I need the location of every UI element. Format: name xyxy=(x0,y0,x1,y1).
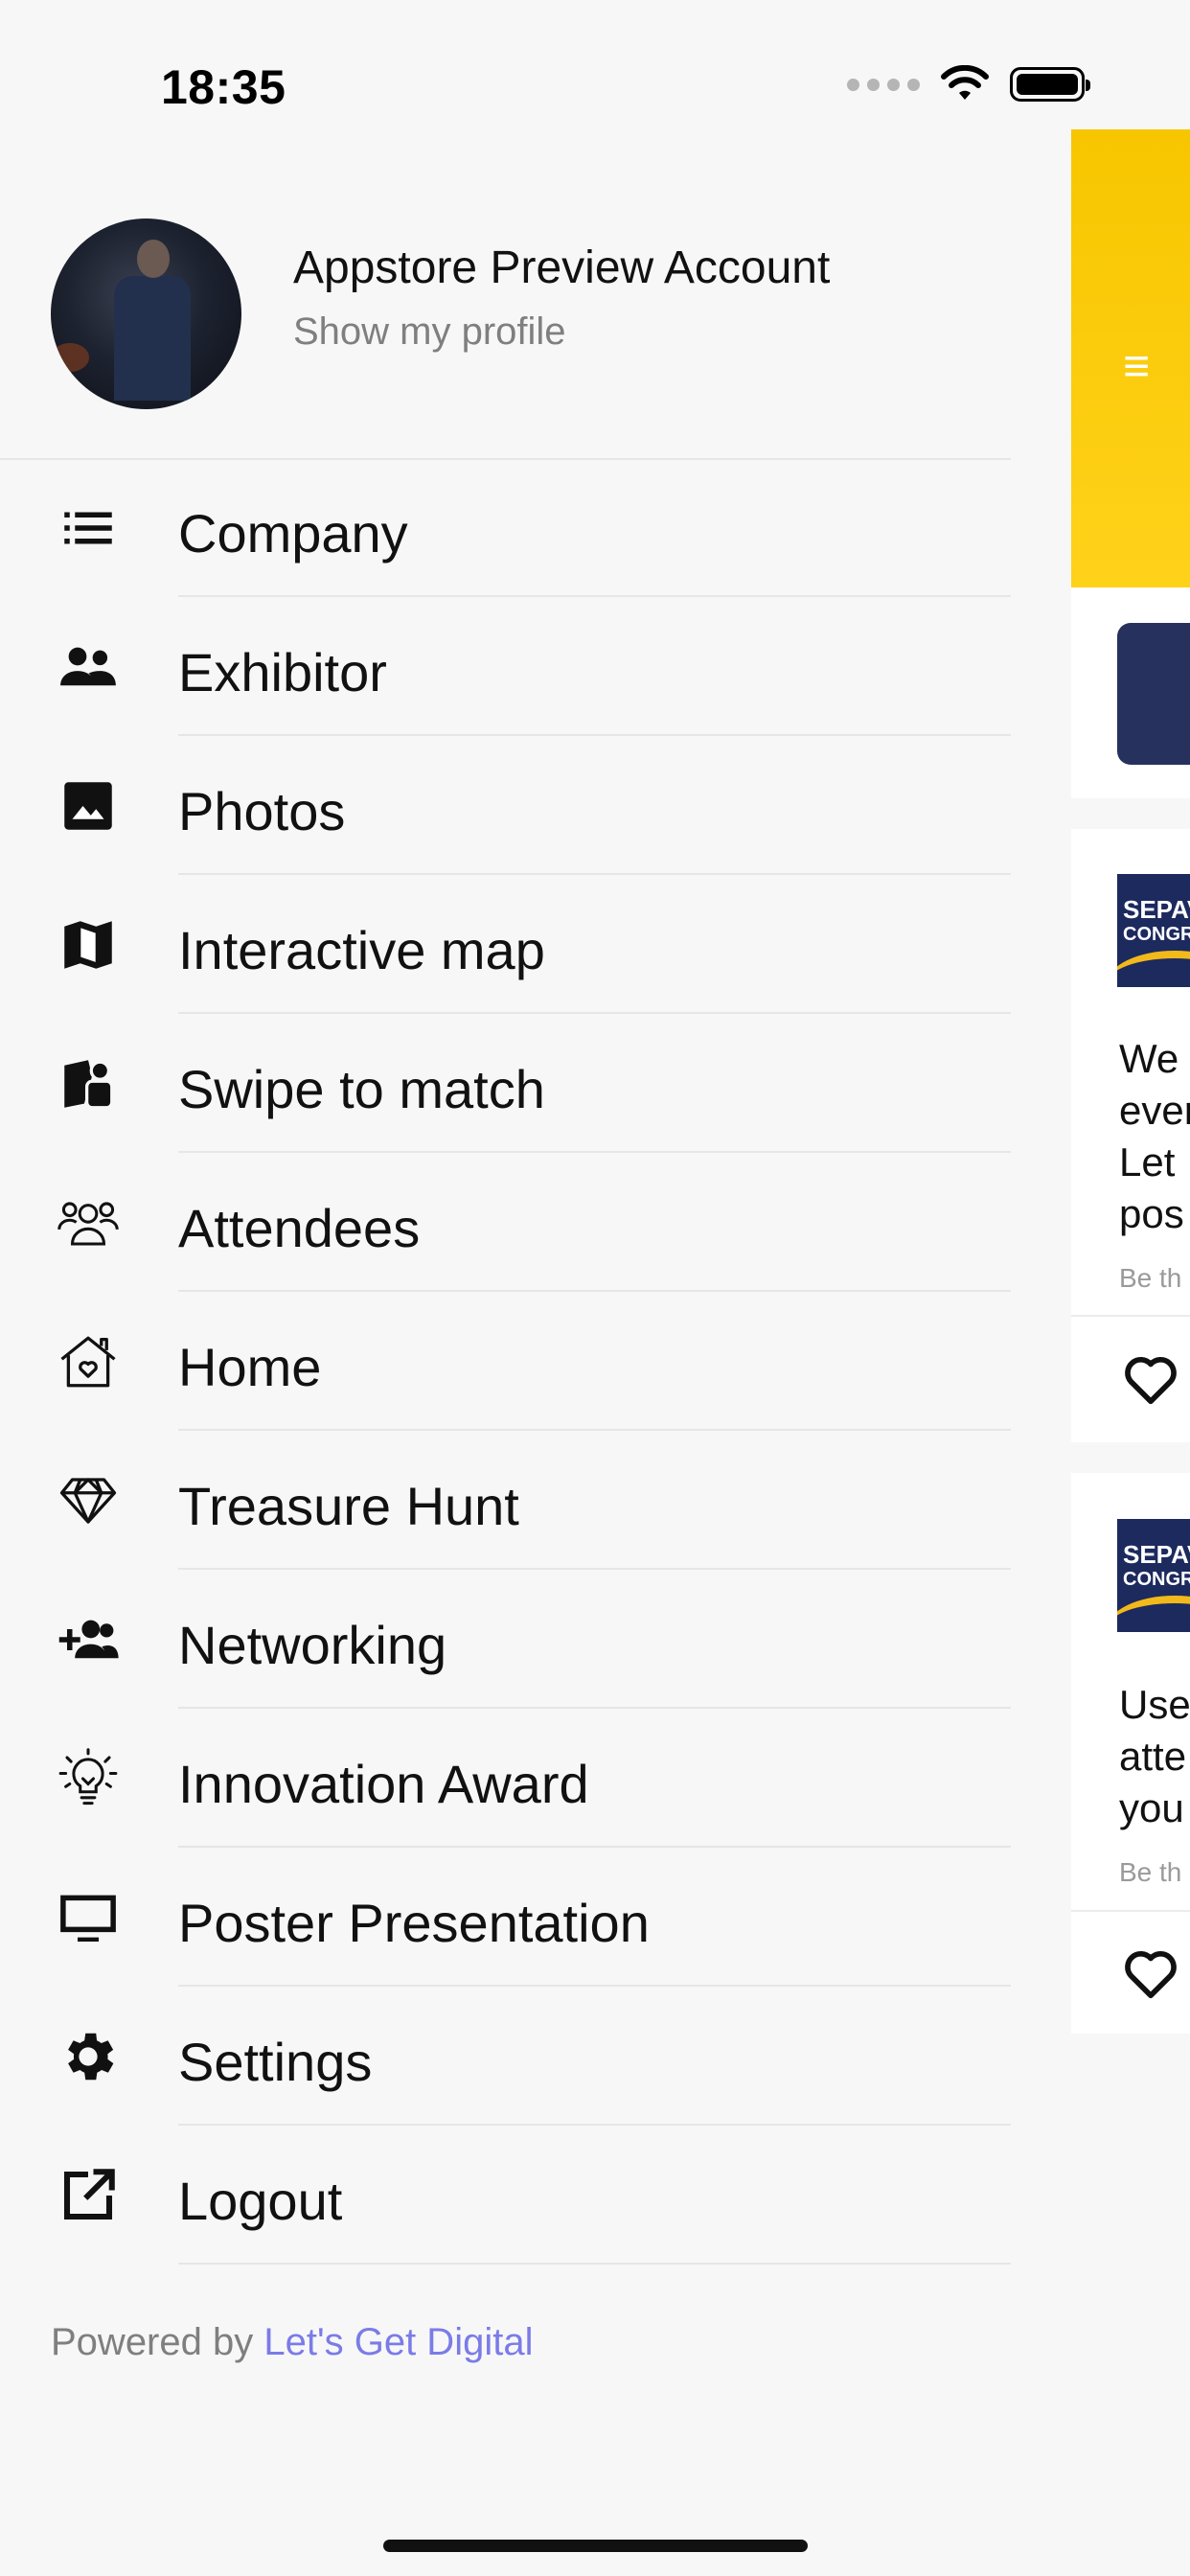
background-header: ≡ W xyxy=(1071,129,1190,685)
attendees-icon xyxy=(50,1193,126,1253)
people-icon xyxy=(50,637,126,697)
person-add-icon xyxy=(50,1610,126,1669)
menu-item-label: Poster Presentation xyxy=(178,1893,650,1953)
powered-by-footer: Powered by Let's Get Digital xyxy=(51,2321,533,2364)
menu-item-interactive-map[interactable]: Interactive map xyxy=(0,875,1011,1014)
list-icon xyxy=(50,498,126,558)
menu-item-label: Logout xyxy=(178,2171,343,2231)
post-1-meta: Be th xyxy=(1119,1263,1182,1293)
post-2-text-line: atte xyxy=(1119,1734,1187,1779)
post-1-text-line: ever xyxy=(1119,1088,1190,1133)
monitor-icon xyxy=(50,1888,126,1947)
menu-item-attendees[interactable]: Attendees xyxy=(0,1153,1011,1292)
post-2-text-line: Use xyxy=(1119,1682,1190,1727)
heart-icon[interactable] xyxy=(1121,1349,1180,1409)
post-2-divider xyxy=(1071,1910,1190,1912)
menu-item-home[interactable]: Home xyxy=(0,1292,1011,1431)
diamond-icon xyxy=(50,1471,126,1530)
post-1-divider xyxy=(1071,1315,1190,1317)
menu-item-treasure-hunt[interactable]: Treasure Hunt xyxy=(0,1431,1011,1570)
menu-item-photos[interactable]: Photos xyxy=(0,736,1011,875)
menu-item-label: Treasure Hunt xyxy=(178,1476,519,1536)
home-indicator[interactable] xyxy=(383,2540,808,2552)
menu-item-innovation-award[interactable]: Innovation Award xyxy=(0,1709,1011,1848)
menu-item-label: Exhibitor xyxy=(178,642,387,702)
powered-by-prefix: Powered by xyxy=(51,2321,254,2363)
post-2-text-line: you xyxy=(1119,1785,1184,1830)
menu-item-label: Networking xyxy=(178,1615,447,1675)
drawer-menu: Company Exhibitor Photos Interactive map xyxy=(0,458,1011,2265)
map-icon xyxy=(50,915,126,975)
menu-item-label: Innovation Award xyxy=(178,1754,589,1814)
menu-item-label: Interactive map xyxy=(178,920,545,980)
home-heart-icon xyxy=(50,1332,126,1392)
menu-item-exhibitor[interactable]: Exhibitor xyxy=(0,597,1011,736)
menu-item-label: Photos xyxy=(178,781,346,841)
menu-item-poster-presentation[interactable]: Poster Presentation xyxy=(0,1848,1011,1987)
menu-item-networking[interactable]: Networking xyxy=(0,1570,1011,1709)
menu-item-company[interactable]: Company xyxy=(0,458,1011,597)
gear-icon xyxy=(50,2027,126,2086)
profile-name: Appstore Preview Account xyxy=(293,242,831,293)
post-1-text-line: Let xyxy=(1119,1139,1176,1184)
heart-icon[interactable] xyxy=(1121,1944,1180,2003)
show-profile-link[interactable]: Show my profile xyxy=(293,310,566,354)
sepav-logo: SEPAV CONGR xyxy=(1117,1519,1190,1632)
menu-item-label: Settings xyxy=(178,2032,373,2092)
profile-header[interactable]: Appstore Preview Account Show my profile xyxy=(0,213,1011,460)
powered-by-link[interactable]: Let's Get Digital xyxy=(263,2321,533,2363)
menu-item-logout[interactable]: Logout xyxy=(0,2126,1011,2265)
menu-item-label: Home xyxy=(178,1337,322,1397)
menu-item-label: Attendees xyxy=(178,1198,421,1258)
lightbulb-icon xyxy=(50,1748,126,1808)
hamburger-menu-icon[interactable]: ≡ xyxy=(1123,344,1150,390)
menu-item-settings[interactable]: Settings xyxy=(0,1987,1011,2126)
swipe-match-icon xyxy=(50,1054,126,1114)
post-2-meta: Be th xyxy=(1119,1857,1182,1887)
background-action-button[interactable] xyxy=(1117,623,1190,765)
image-icon xyxy=(50,776,126,836)
menu-item-label: Company xyxy=(178,503,408,564)
avatar[interactable] xyxy=(51,218,241,409)
background-app-peek: ≡ W SEPAV CONGR We ever Let pos Be th SE… xyxy=(1071,0,1190,2576)
sepav-logo: SEPAV CONGR xyxy=(1117,874,1190,987)
menu-item-label: Swipe to match xyxy=(178,1059,545,1119)
post-1-text-line: pos xyxy=(1119,1191,1184,1236)
side-drawer: Appstore Preview Account Show my profile… xyxy=(0,0,1011,2576)
external-link-icon xyxy=(50,2166,126,2225)
menu-item-swipe-to-match[interactable]: Swipe to match xyxy=(0,1014,1011,1153)
post-1-text-line: We xyxy=(1119,1036,1179,1081)
